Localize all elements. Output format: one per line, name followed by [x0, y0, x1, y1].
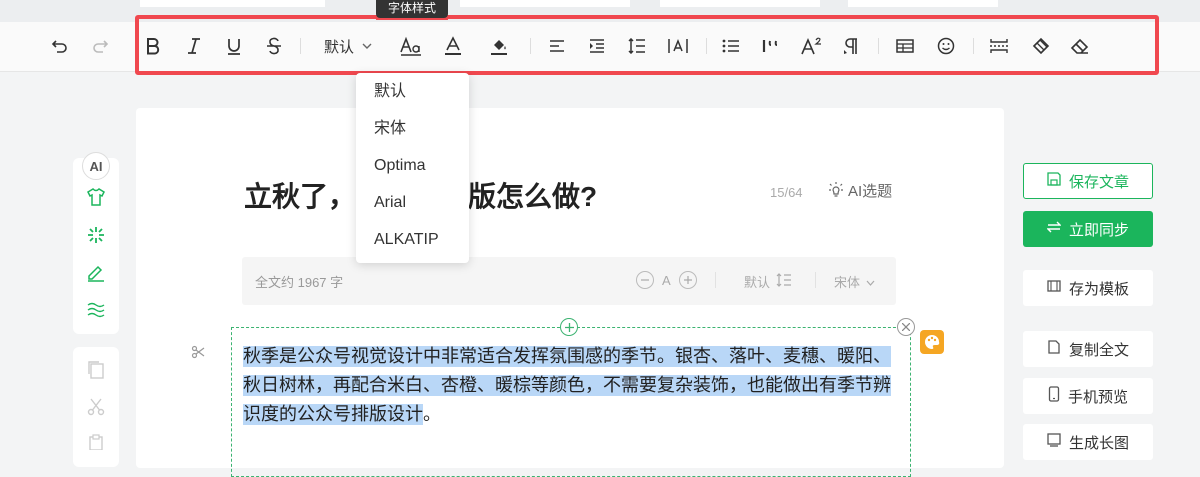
paragraph-tail: 。: [423, 404, 441, 425]
increase-font-button[interactable]: [678, 271, 697, 289]
sparkle-icon[interactable]: [86, 225, 106, 250]
stats-divider: [815, 272, 816, 288]
add-block-icon[interactable]: [560, 318, 578, 336]
article-paragraph[interactable]: 秋季是公众号视觉设计中非常适合发挥氛围感的季节。银杏、落叶、麦穗、暖阳、秋日树林…: [243, 342, 903, 429]
document-icon: [1047, 340, 1061, 358]
title-prefix: 立秋了，: [244, 181, 357, 212]
font-option[interactable]: Arial: [356, 184, 469, 221]
font-style-tooltip: 字体样式: [376, 0, 448, 20]
font-select-mini[interactable]: 宋体: [834, 272, 875, 291]
close-icon[interactable]: [897, 318, 915, 336]
toolbar-highlight-box: [135, 15, 1159, 75]
film-icon: [1047, 279, 1061, 297]
save-article-button[interactable]: 保存文章: [1023, 163, 1153, 199]
font-option[interactable]: 默认: [356, 73, 469, 110]
font-select-mini-value: 宋体: [834, 275, 861, 290]
image-icon: [1047, 433, 1061, 451]
pen-icon[interactable]: [86, 262, 106, 287]
line-height-select[interactable]: 默认: [744, 272, 792, 291]
palette-icon[interactable]: [920, 330, 944, 354]
line-height-value: 默认: [744, 275, 771, 290]
title-char-count: 15/64: [770, 185, 803, 200]
chevron-down-icon: [866, 274, 875, 289]
sync-now-button[interactable]: 立即同步: [1023, 211, 1153, 247]
save-label: 保存文章: [1068, 173, 1129, 191]
long-image-label: 生成长图: [1068, 434, 1129, 452]
template-label: 存为模板: [1068, 280, 1129, 298]
cut-icon[interactable]: [87, 398, 105, 421]
font-family-dropdown: 默认 宋体 Optima Arial ALKATIP: [356, 73, 469, 263]
preview-label: 手机预览: [1067, 388, 1128, 406]
font-size-control: A: [636, 271, 697, 289]
decrease-font-button[interactable]: [636, 271, 654, 289]
ai-topic-label: AI选题: [848, 183, 893, 200]
long-image-button[interactable]: 生成长图: [1023, 424, 1153, 460]
ai-label: AI: [89, 158, 103, 174]
phone-icon: [1048, 386, 1060, 406]
copy-label: 复制全文: [1068, 341, 1129, 359]
sync-icon: [1046, 220, 1062, 238]
copy-all-button[interactable]: 复制全文: [1023, 331, 1153, 367]
word-count: 全文约 1967 字: [255, 275, 344, 290]
scissors-icon[interactable]: [191, 345, 205, 364]
redo-icon[interactable]: [88, 28, 112, 64]
stats-divider: [715, 272, 716, 288]
font-size-label: A: [662, 272, 671, 288]
waves-icon[interactable]: [86, 299, 106, 324]
paste-icon[interactable]: [87, 434, 105, 455]
font-option[interactable]: ALKATIP: [356, 221, 469, 258]
ai-assistant-button[interactable]: AI: [82, 152, 110, 180]
font-option[interactable]: 宋体: [356, 110, 469, 147]
mobile-preview-button[interactable]: 手机预览: [1023, 378, 1153, 414]
tshirt-icon[interactable]: [86, 187, 106, 212]
undo-icon[interactable]: [48, 28, 72, 64]
line-height-icon: [776, 273, 792, 290]
selected-text: 秋季是公众号视觉设计中非常适合发挥氛围感的季节。银杏、落叶、麦穗、暖阳、秋日树林…: [243, 346, 891, 425]
save-template-button[interactable]: 存为模板: [1023, 270, 1153, 306]
font-option[interactable]: Optima: [356, 147, 469, 184]
sync-label: 立即同步: [1068, 221, 1129, 239]
lightbulb-icon: [828, 181, 844, 201]
ai-topic-button[interactable]: AI选题: [828, 180, 892, 201]
copy-icon[interactable]: [87, 360, 105, 385]
save-icon: [1047, 172, 1061, 190]
